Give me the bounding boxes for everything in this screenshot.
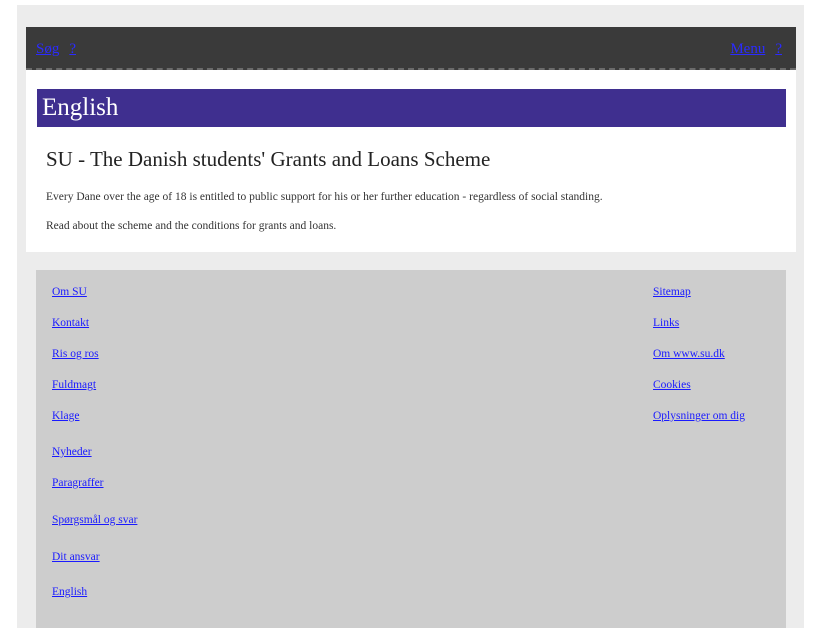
footer-link-links[interactable]: Links	[653, 317, 679, 329]
footer-link-klage[interactable]: Klage	[52, 410, 79, 422]
footer-link-fuldmagt[interactable]: Fuldmagt	[52, 379, 96, 391]
help-icon: ?	[775, 41, 782, 57]
menu-link[interactable]: Menu?	[730, 41, 782, 58]
footer-link-dit-ansvar[interactable]: Dit ansvar	[52, 551, 100, 563]
footer-link-om-www-su-dk[interactable]: Om www.su.dk	[653, 348, 725, 360]
read-more-paragraph: Read about the scheme and the conditions…	[46, 220, 337, 232]
footer-link-ris-og-ros[interactable]: Ris og ros	[52, 348, 99, 360]
footer-link-kontakt[interactable]: Kontakt	[52, 317, 89, 329]
search-link[interactable]: Søg?	[36, 41, 76, 58]
footer-link-paragraffer[interactable]: Paragraffer	[52, 477, 104, 489]
page-title: SU - The Danish students' Grants and Loa…	[46, 147, 491, 171]
footer-link-nyheder[interactable]: Nyheder	[52, 446, 92, 458]
help-icon: ?	[69, 41, 77, 57]
page-background: Søg? Menu? English SU - The Danish stude…	[17, 5, 804, 628]
search-link-label: Søg	[36, 41, 60, 57]
footer: Om SU Kontakt Ris og ros Fuldmagt Klage …	[36, 270, 786, 628]
top-navigation-bar: Søg? Menu?	[26, 27, 796, 70]
footer-link-sitemap[interactable]: Sitemap	[653, 286, 691, 298]
content-card: Søg? Menu? English SU - The Danish stude…	[26, 27, 796, 252]
footer-link-english[interactable]: English	[52, 586, 87, 598]
menu-link-label: Menu	[730, 41, 766, 57]
intro-paragraph: Every Dane over the age of 18 is entitle…	[46, 191, 603, 203]
footer-link-oplysninger-om-dig[interactable]: Oplysninger om dig	[653, 410, 745, 422]
section-banner: English	[37, 89, 786, 127]
footer-link-cookies[interactable]: Cookies	[653, 379, 691, 391]
footer-link-spoergsmaal-og-svar[interactable]: Spørgsmål og svar	[52, 514, 137, 526]
footer-link-om-su[interactable]: Om SU	[52, 286, 87, 298]
